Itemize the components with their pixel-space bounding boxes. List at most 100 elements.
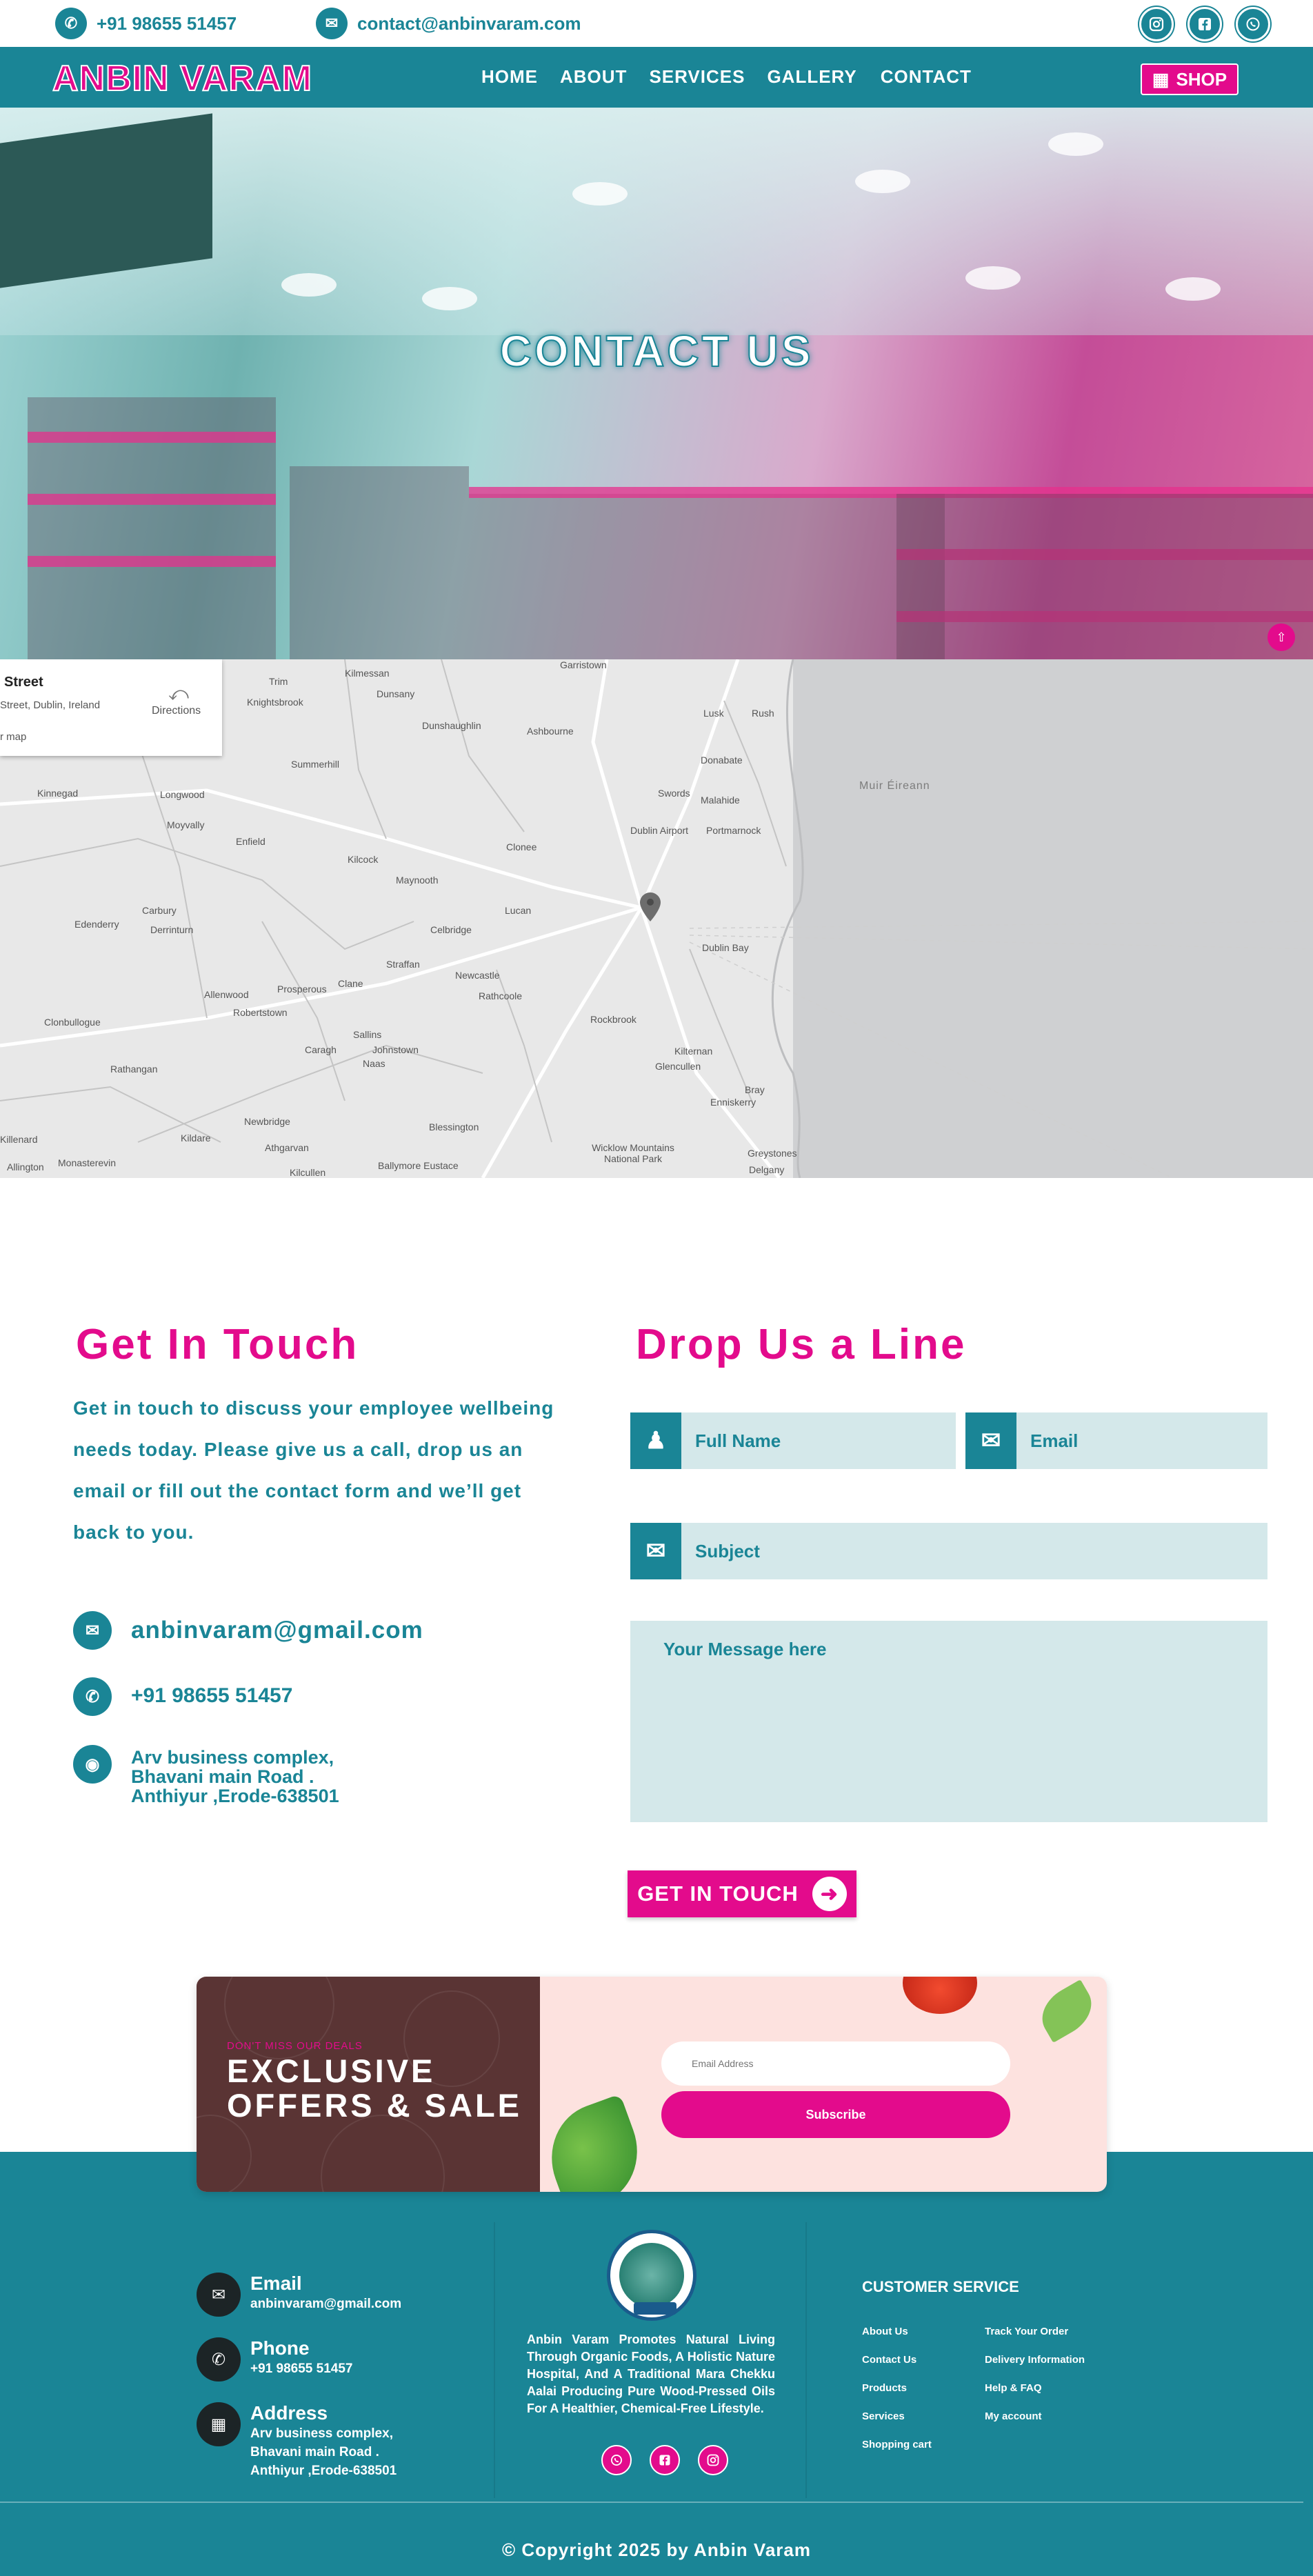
topbar-socials <box>1139 7 1270 41</box>
footer-phone[interactable]: ✆ Phone +91 98655 51457 <box>197 2337 352 2382</box>
instagram-icon[interactable] <box>698 2445 728 2475</box>
topbar-email[interactable]: ✉ contact@anbinvaram.com <box>316 8 581 39</box>
headline-line: EXCLUSIVE <box>227 2053 436 2089</box>
map-place: Donabate <box>701 755 743 766</box>
footer-link-contact[interactable]: Contact Us <box>862 2354 916 2366</box>
map-place: Ashbourne <box>527 726 574 737</box>
nav-services[interactable]: SERVICES <box>649 66 745 88</box>
shelf <box>28 432 276 443</box>
map-place: Wicklow Mountains National Park <box>592 1142 674 1164</box>
footer-address-line: Anthiyur ,Erode-638501 <box>250 2464 397 2478</box>
basil-leaf-image <box>535 2093 654 2192</box>
full-name-field[interactable]: ♟ Full Name <box>630 1412 956 1469</box>
map-place: Rockbrook <box>590 1014 637 1025</box>
instagram-icon[interactable] <box>1139 7 1174 41</box>
map-place: Garristown <box>560 659 607 670</box>
map-place: Kilmessan <box>345 668 390 679</box>
newsletter-email-input[interactable] <box>661 2041 1010 2086</box>
location-map[interactable]: Muir Éireann Trim Kilmessan Dunsany Knig… <box>0 659 1313 1178</box>
map-place: Allington <box>7 1161 44 1172</box>
map-place: Caragh <box>305 1044 337 1055</box>
contact-email-row[interactable]: ✉ anbinvaram@gmail.com <box>73 1611 423 1650</box>
facebook-icon[interactable] <box>1187 7 1222 41</box>
map-card-address: Street, Dublin, Ireland <box>0 699 101 711</box>
right-shelving <box>896 494 1313 659</box>
email-placeholder: Email <box>1030 1430 1079 1451</box>
store-icon: ▦ <box>1152 68 1170 90</box>
message-field[interactable]: Your Message here <box>630 1621 1267 1822</box>
scroll-top-button[interactable]: ⇧ <box>1267 623 1295 651</box>
subject-placeholder: Subject <box>695 1540 760 1561</box>
nav-about[interactable]: ABOUT <box>560 66 627 88</box>
map-place: Dunsany <box>377 688 415 699</box>
footer-divider <box>494 2222 495 2498</box>
map-place: Clonee <box>506 841 537 852</box>
topbar-phone[interactable]: ✆ +91 98655 51457 <box>55 8 237 39</box>
facebook-icon[interactable] <box>650 2445 680 2475</box>
map-place: Straffan <box>386 959 420 970</box>
hero-screen <box>0 113 212 288</box>
view-larger-map-link[interactable]: r map <box>0 731 26 743</box>
directions-icon[interactable]: ⤺ <box>168 683 189 706</box>
map-place: Greystones <box>748 1148 797 1159</box>
footer-address-line: Bhavani main Road . <box>250 2445 379 2459</box>
footer-logo[interactable] <box>607 2230 696 2321</box>
logo-ribbon <box>634 2302 676 2315</box>
newsletter-tagline: DON'T MISS OUR DEALS <box>227 2040 363 2052</box>
map-place: Enfield <box>236 836 265 847</box>
ceiling-light <box>1165 277 1221 301</box>
back-shelving <box>290 466 469 659</box>
footer-link-services[interactable]: Services <box>862 2410 905 2422</box>
map-place: Glencullen <box>655 1061 701 1072</box>
nav-contact[interactable]: CONTACT <box>881 66 972 88</box>
map-pin-icon[interactable] <box>640 892 661 921</box>
full-name-placeholder: Full Name <box>695 1430 781 1451</box>
footer-link-delivery[interactable]: Delivery Information <box>985 2354 1085 2366</box>
footer-separator <box>0 2502 1303 2503</box>
brand-logo[interactable]: ANBIN VARAM <box>52 58 312 99</box>
map-place: Longwood <box>160 789 205 800</box>
phone-icon: ✆ <box>73 1677 112 1716</box>
newsletter-promo-panel: DON'T MISS OUR DEALS EXCLUSIVE OFFERS & … <box>197 1977 540 2192</box>
map-place: Ballymore Eustace <box>378 1160 459 1171</box>
shop-button[interactable]: ▦ SHOP <box>1141 63 1239 95</box>
address-line: Arv business complex, <box>131 1747 334 1768</box>
footer-link-cart[interactable]: Shopping cart <box>862 2439 932 2450</box>
footer-link-faq[interactable]: Help & FAQ <box>985 2382 1042 2394</box>
copyright-text: © Copyright 2025 by Anbin Varam <box>502 2539 811 2560</box>
map-place: Johnstown <box>372 1044 419 1055</box>
map-place: Lusk <box>703 708 724 719</box>
contact-phone-text: +91 98655 51457 <box>131 1684 293 1707</box>
footer-link-about[interactable]: About Us <box>862 2326 908 2337</box>
subject-field[interactable]: ✉ Subject <box>630 1523 1267 1579</box>
whatsapp-icon[interactable] <box>601 2445 632 2475</box>
email-field[interactable]: ✉ Email <box>965 1412 1267 1469</box>
subscribe-button[interactable]: Subscribe <box>661 2091 1010 2138</box>
get-in-touch-text: Get in touch to discuss your employee we… <box>73 1397 554 1543</box>
map-place: Kilternan <box>674 1046 713 1057</box>
map-place: Prosperous <box>277 984 327 995</box>
get-in-touch-button[interactable]: GET IN TOUCH ➜ <box>628 1870 856 1917</box>
footer-link-account[interactable]: My account <box>985 2410 1042 2422</box>
address-line: Anthiyur ,Erode-638501 <box>131 1786 339 1806</box>
directions-link[interactable]: Directions <box>152 705 201 717</box>
logo-emblem <box>619 2243 684 2308</box>
map-place: Swords <box>658 788 690 799</box>
footer-email[interactable]: ✉ Email anbinvaram@gmail.com <box>197 2273 401 2317</box>
newsletter-headline: EXCLUSIVE OFFERS & SALE <box>227 2054 522 2123</box>
footer-address-line: Arv business complex, <box>250 2426 393 2441</box>
contact-email-text: anbinvaram@gmail.com <box>131 1617 423 1644</box>
footer-link-track-order[interactable]: Track Your Order <box>985 2326 1068 2337</box>
map-place: Clane <box>338 978 363 989</box>
contact-phone-row[interactable]: ✆ +91 98655 51457 <box>73 1677 292 1716</box>
whatsapp-icon[interactable] <box>1236 7 1270 41</box>
newsletter-banner: DON'T MISS OUR DEALS EXCLUSIVE OFFERS & … <box>197 1977 1107 2192</box>
ceiling-light <box>855 170 910 193</box>
contact-address-row: ◉ Arv business complex, Bhavani main Roa… <box>73 1745 339 1806</box>
map-info-card: Street Street, Dublin, Ireland ⤺ Directi… <box>0 659 222 756</box>
center-shelving <box>469 494 945 659</box>
nav-home[interactable]: HOME <box>481 66 538 88</box>
nav-gallery[interactable]: GALLERY <box>767 66 856 88</box>
footer-link-products[interactable]: Products <box>862 2382 907 2394</box>
map-place: Lucan <box>505 905 532 916</box>
